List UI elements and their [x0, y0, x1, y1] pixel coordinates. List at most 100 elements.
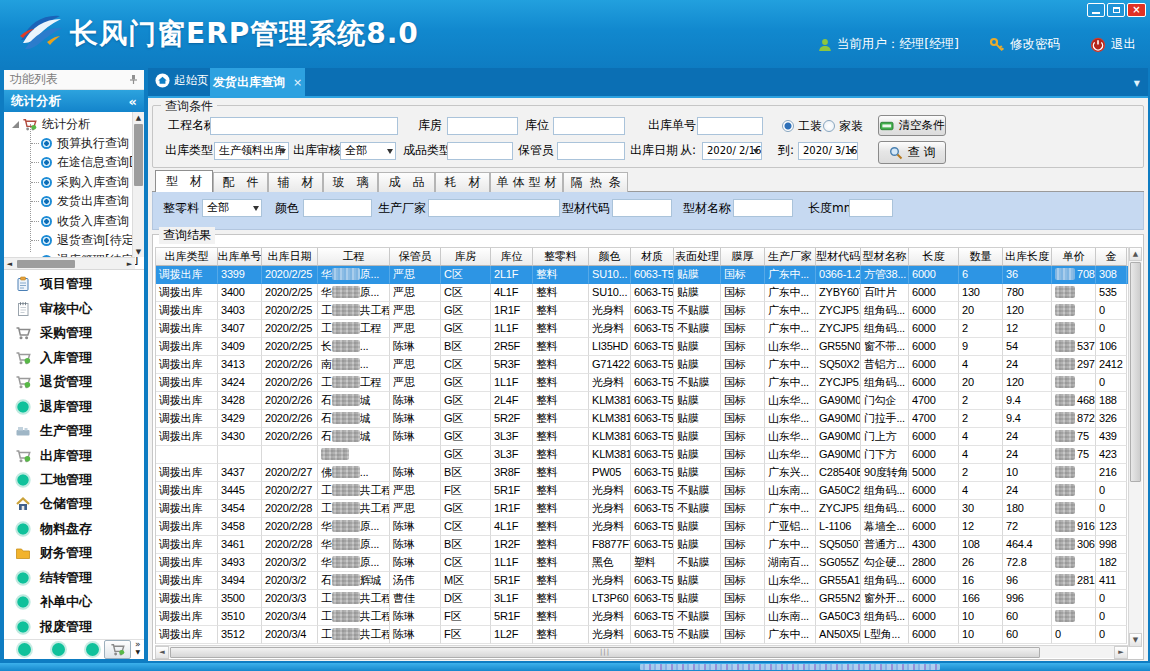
tab-home[interactable]: 起始页: [155, 73, 209, 88]
tree-item[interactable]: 发货出库查询: [31, 193, 129, 211]
sidebar-item-退货管理[interactable]: 退货管理: [4, 370, 144, 394]
tree-item[interactable]: 采购入库查询: [31, 173, 129, 191]
collapse-icon[interactable]: «: [129, 94, 137, 109]
pin-icon[interactable]: [129, 74, 138, 85]
tree-horizontal-scrollbar[interactable]: ◄ ►: [4, 257, 135, 269]
sidebar-item-退库管理[interactable]: 退库管理: [4, 394, 144, 418]
sidebar-item-出库管理[interactable]: 出库管理: [4, 443, 144, 467]
sidebar-item-采购管理[interactable]: 采购管理: [4, 321, 144, 345]
table-row[interactable]: 调拨出库34002020/2/25华原...严思C区4L1F整料SU10...6…: [156, 284, 1129, 302]
minimize-button[interactable]: [1087, 3, 1105, 17]
table-row[interactable]: 调拨出库34242020/2/26工工程严思G区1L1F整料光身料6063-T5…: [156, 374, 1129, 392]
radio-homewear[interactable]: 家装: [823, 118, 863, 134]
column-header[interactable]: 材质: [631, 248, 674, 266]
column-header[interactable]: 单价: [1052, 248, 1096, 266]
table-row[interactable]: 调拨出库34032020/2/25工共工程严思G区1R1F整料光身料6063-T…: [156, 302, 1129, 320]
tree-item[interactable]: 预算执行查询: [31, 134, 129, 152]
material-tab-配件[interactable]: 配件: [213, 172, 268, 192]
column-header[interactable]: 出库单号: [218, 248, 262, 266]
tree-item[interactable]: 收货入库查询: [31, 212, 129, 230]
grid-vertical-scrollbar[interactable]: ▲ ▼: [1128, 247, 1142, 647]
sidebar-item-报废管理[interactable]: 报废管理: [4, 615, 144, 639]
clear-conditions-button[interactable]: 清空条件: [878, 115, 946, 136]
tree-item[interactable]: 在途信息查询[待定]: [31, 154, 144, 172]
table-row[interactable]: 调拨出库34452020/2/27工共工程严思F区5R1F整料光身料6063-T…: [156, 482, 1129, 500]
table-row[interactable]: 调拨出库34132020/2/26南...严思C区5R3F整料G71422606…: [156, 356, 1129, 374]
material-tab-耗材[interactable]: 耗材: [435, 172, 490, 192]
table-row[interactable]: 调拨出库35002020/3/3工共工程曹佳D区3L1F整料LT3P606063…: [156, 590, 1129, 608]
radio-workwear[interactable]: 工装: [782, 118, 822, 134]
location-input[interactable]: [553, 117, 625, 135]
column-header[interactable]: 膜厚: [721, 248, 765, 266]
keeper-input[interactable]: [557, 142, 625, 160]
column-header[interactable]: 型材代码: [816, 248, 861, 266]
logout-button[interactable]: 退出: [1090, 36, 1136, 53]
table-row[interactable]: 调拨出库34942020/3/2石辉城汤伟M区5R1F整料光身料6063-T5贴…: [156, 572, 1129, 590]
material-tab-隔热条[interactable]: 隔热条: [563, 172, 628, 192]
product-type-input[interactable]: [447, 142, 513, 160]
table-row[interactable]: 调拨出库34932020/3/2华原...陈琳C区1L1F整料黑色塑料不贴膜国标…: [156, 554, 1129, 572]
date-to-dropdown[interactable]: 2020/ 3/16: [798, 142, 858, 160]
tab-list-dropdown-icon[interactable]: ▼: [1134, 79, 1140, 88]
table-row[interactable]: 调拨出库34612020/2/28华原...陈琳B区1R2F整料F8877FT6…: [156, 536, 1129, 554]
column-header[interactable]: 库房: [441, 248, 491, 266]
tab-close-icon[interactable]: ×: [293, 76, 302, 89]
sidebar-item-项目管理[interactable]: 项目管理: [4, 272, 144, 296]
material-tab-成品[interactable]: 成品: [378, 172, 435, 192]
module-dot-icon[interactable]: [52, 643, 65, 656]
table-row[interactable]: 调拨出库35102020/3/4工共工程陈琳F区5R1F整料光身料6063-T5…: [156, 608, 1129, 626]
column-header[interactable]: 工程: [318, 248, 390, 266]
part-type-dropdown[interactable]: 全部: [202, 199, 262, 217]
column-header[interactable]: 表面处理: [674, 248, 721, 266]
project-name-input[interactable]: [210, 117, 398, 135]
sidebar-item-审核中心[interactable]: 审核中心: [4, 296, 144, 320]
tree-item[interactable]: 退货查询[待定]: [31, 232, 138, 250]
sidebar-item-补单中心[interactable]: 补单中心: [4, 590, 144, 614]
column-header[interactable]: 保管员: [390, 248, 441, 266]
expand-icon[interactable]: [12, 121, 19, 128]
material-tab-玻璃[interactable]: 玻璃: [323, 172, 378, 192]
length-input[interactable]: [849, 199, 893, 217]
column-header[interactable]: 数量: [959, 248, 1003, 266]
grid-horizontal-scrollbar[interactable]: ◄ ||| ►: [155, 645, 1128, 658]
warehouse-input[interactable]: [447, 117, 518, 135]
maximize-button[interactable]: [1107, 3, 1125, 17]
column-header[interactable]: 整零料: [533, 248, 589, 266]
close-button[interactable]: ×: [1127, 3, 1146, 17]
sidebar-item-入库管理[interactable]: 入库管理: [4, 345, 144, 369]
table-row[interactable]: 调拨出库34542020/2/28工共工程严思G区1R1F整料光身料6063-T…: [156, 500, 1129, 518]
table-row[interactable]: 调拨出库34072020/2/25工工程严思G区1L1F整料光身料6063-T5…: [156, 320, 1129, 338]
table-row[interactable]: 调拨出库34292020/2/26石城陈琳G区5R2F整料KLM38176063…: [156, 410, 1129, 428]
profile-code-input[interactable]: [612, 199, 672, 217]
column-header[interactable]: 出库长度: [1003, 248, 1052, 266]
maker-input[interactable]: [428, 199, 560, 217]
tree-vertical-scrollbar[interactable]: ▲ ▼: [132, 112, 144, 257]
column-header[interactable]: 金: [1096, 248, 1127, 266]
tree-root[interactable]: 统计分析: [8, 115, 90, 133]
change-password-button[interactable]: 修改密码: [989, 36, 1060, 53]
table-row[interactable]: 调拨出库34582020/2/28华原...陈琳C区4L1F整料光身料6063-…: [156, 518, 1129, 536]
cart-module-button[interactable]: [104, 640, 131, 659]
table-row[interactable]: 调拨出库33992020/2/25华原...严思C区2L1F整料SU10...6…: [156, 266, 1129, 284]
audit-dropdown[interactable]: 全部: [340, 142, 396, 160]
sidebar-item-财务管理[interactable]: 财务管理: [4, 541, 144, 565]
column-header[interactable]: 型材名称: [861, 248, 909, 266]
sidebar-item-结转管理[interactable]: 结转管理: [4, 566, 144, 590]
column-header[interactable]: 生产厂家: [765, 248, 816, 266]
table-row[interactable]: 调拨出库34092020/2/25长...陈琳B区2R5F整料LI35HD606…: [156, 338, 1129, 356]
profile-name-input[interactable]: [733, 199, 793, 217]
table-row[interactable]: G区3L3F整料KLM38176063-T5贴膜国标山东华...GA90M09.…: [156, 446, 1129, 464]
sidebar-item-生产管理[interactable]: 生产管理: [4, 419, 144, 443]
material-tab-辅材[interactable]: 辅材: [268, 172, 323, 192]
material-tab-型材[interactable]: 型材: [155, 170, 213, 192]
sidebar-item-仓储管理[interactable]: 仓储管理: [4, 492, 144, 516]
material-tab-单体型材[interactable]: 单体型材: [490, 172, 563, 192]
order-no-input[interactable]: [697, 117, 763, 135]
table-row[interactable]: 调拨出库34372020/2/27佛...陈琳B区3R8F整料PW056063-…: [156, 464, 1129, 482]
date-from-dropdown[interactable]: 2020/ 2/16: [702, 142, 762, 160]
sidebar-item-物料盘存[interactable]: 物料盘存: [4, 517, 144, 541]
out-type-dropdown[interactable]: 生产领料出库: [214, 142, 289, 160]
module-dot-icon[interactable]: [86, 643, 99, 656]
color-input[interactable]: [303, 199, 372, 217]
column-header[interactable]: 出库类型: [156, 248, 218, 266]
